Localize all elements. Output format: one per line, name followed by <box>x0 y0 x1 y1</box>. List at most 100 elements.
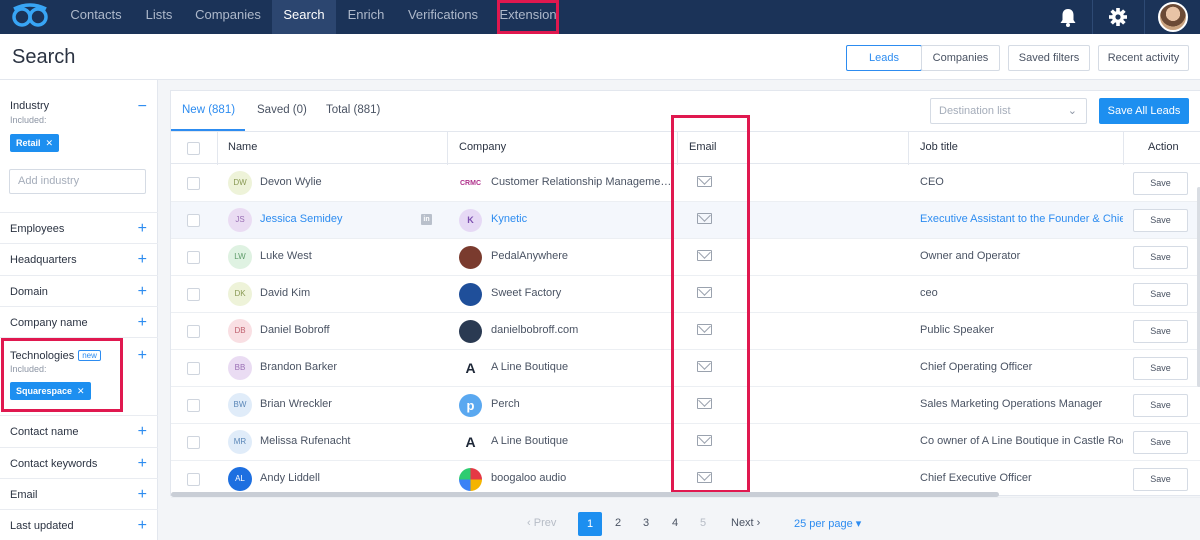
nav-verifications[interactable]: Verifications <box>400 0 486 34</box>
nav-search[interactable]: Search <box>272 0 336 34</box>
company-name[interactable]: danielbobroff.com <box>491 324 673 336</box>
filter-email[interactable]: Email + <box>0 479 158 510</box>
nav-companies[interactable]: Companies <box>188 0 268 34</box>
per-page-select[interactable]: 25 per page ▾ <box>794 517 861 530</box>
plus-icon[interactable]: + <box>138 252 147 268</box>
column-divider <box>447 132 448 165</box>
row-checkbox[interactable] <box>187 436 200 449</box>
company-name[interactable]: PedalAnywhere <box>491 250 673 262</box>
plus-icon[interactable]: + <box>138 424 147 440</box>
filter-headquarters[interactable]: Headquarters + <box>0 244 158 276</box>
filter-domain[interactable]: Domain + <box>0 276 158 307</box>
company-name[interactable]: A Line Boutique <box>491 435 673 447</box>
industry-input[interactable]: Add industry <box>9 169 146 194</box>
contact-name[interactable]: Jessica Semidey <box>260 213 343 225</box>
row-checkbox[interactable] <box>187 288 200 301</box>
filter-last-updated[interactable]: Last updated + <box>0 510 158 540</box>
filter-contact-name[interactable]: Contact name + <box>0 416 158 448</box>
page-4-button[interactable]: 4 <box>672 517 678 529</box>
save-all-leads-button[interactable]: Save All Leads <box>1099 98 1189 124</box>
company-name[interactable]: Kynetic <box>491 213 673 225</box>
destination-list-select[interactable]: Destination list ⌄ <box>930 98 1087 124</box>
toggle-leads[interactable]: Leads <box>846 45 922 71</box>
contact-avatar: BW <box>228 393 252 417</box>
nav-extension[interactable]: Extension <box>497 0 559 34</box>
user-avatar[interactable] <box>1158 2 1188 32</box>
recent-activity-button[interactable]: Recent activity <box>1098 45 1189 71</box>
plus-icon[interactable]: + <box>138 348 147 364</box>
company-name[interactable]: A Line Boutique <box>491 361 673 373</box>
horizontal-scrollbar[interactable] <box>171 492 999 497</box>
next-page-button[interactable]: Next › <box>731 517 760 529</box>
contact-name[interactable]: Brian Wreckler <box>260 398 332 410</box>
filter-company-name[interactable]: Company name + <box>0 307 158 338</box>
save-button[interactable]: Save <box>1133 431 1188 454</box>
saved-filters-button[interactable]: Saved filters <box>1008 45 1090 71</box>
gear-icon[interactable] <box>1106 0 1130 34</box>
close-icon[interactable]: ✕ <box>46 138 54 148</box>
contact-name[interactable]: Luke West <box>260 250 312 262</box>
contact-name[interactable]: Devon Wylie <box>260 176 322 188</box>
column-action: Action <box>1148 141 1179 153</box>
industry-chip[interactable]: Retail ✕ <box>10 134 60 152</box>
page-2-button[interactable]: 2 <box>615 517 621 529</box>
nav-contacts[interactable]: Contacts <box>61 0 131 34</box>
plus-icon[interactable]: + <box>138 221 147 237</box>
row-checkbox[interactable] <box>187 325 200 338</box>
save-button[interactable]: Save <box>1133 320 1188 343</box>
contact-avatar: AL <box>228 467 252 491</box>
company-logo: p <box>459 394 482 417</box>
top-navbar: Contacts Lists Companies Search Enrich V… <box>0 0 1200 34</box>
tab-total[interactable]: Total (881) <box>326 104 380 116</box>
filter-industry-label[interactable]: Industry <box>10 100 49 112</box>
save-button[interactable]: Save <box>1133 172 1188 195</box>
plus-icon[interactable]: + <box>138 284 147 300</box>
save-button[interactable]: Save <box>1133 246 1188 269</box>
company-name[interactable]: Perch <box>491 398 673 410</box>
company-name[interactable]: Sweet Factory <box>491 287 673 299</box>
page-5-button[interactable]: 5 <box>700 517 706 529</box>
page-3-button[interactable]: 3 <box>643 517 649 529</box>
toggle-companies[interactable]: Companies <box>921 45 1000 71</box>
plus-icon[interactable]: + <box>138 518 147 534</box>
tab-saved[interactable]: Saved (0) <box>257 104 307 116</box>
contact-name[interactable]: Melissa Rufenacht <box>260 435 351 447</box>
contact-name[interactable]: David Kim <box>260 287 310 299</box>
nav-enrich[interactable]: Enrich <box>340 0 392 34</box>
filter-employees[interactable]: Employees + <box>0 213 158 244</box>
page-1-button[interactable]: 1 <box>578 512 602 536</box>
column-name[interactable]: Name <box>228 141 257 153</box>
save-button[interactable]: Save <box>1133 468 1188 491</box>
collapse-icon[interactable]: − <box>138 99 147 115</box>
company-name[interactable]: Customer Relationship Management Consult… <box>491 176 673 188</box>
bell-icon[interactable] <box>1056 0 1080 34</box>
save-button[interactable]: Save <box>1133 394 1188 417</box>
row-checkbox[interactable] <box>187 214 200 227</box>
company-name[interactable]: boogaloo audio <box>491 472 673 484</box>
row-checkbox[interactable] <box>187 177 200 190</box>
contact-name[interactable]: Andy Liddell <box>260 472 320 484</box>
row-checkbox[interactable] <box>187 251 200 264</box>
save-button[interactable]: Save <box>1133 357 1188 380</box>
filter-label: Email <box>10 489 38 501</box>
contact-name[interactable]: Daniel Bobroff <box>260 324 330 336</box>
row-checkbox[interactable] <box>187 399 200 412</box>
app-logo-icon[interactable] <box>12 3 48 31</box>
linkedin-icon[interactable]: in <box>421 214 432 225</box>
contact-name[interactable]: Brandon Barker <box>260 361 337 373</box>
row-checkbox[interactable] <box>187 473 200 486</box>
save-button[interactable]: Save <box>1133 283 1188 306</box>
filter-contact-keywords[interactable]: Contact keywords + <box>0 448 158 479</box>
plus-icon[interactable]: + <box>138 315 147 331</box>
nav-lists[interactable]: Lists <box>136 0 182 34</box>
plus-icon[interactable]: + <box>138 487 147 503</box>
save-button[interactable]: Save <box>1133 209 1188 232</box>
plus-icon[interactable]: + <box>138 456 147 472</box>
select-all-checkbox[interactable] <box>187 142 200 155</box>
column-company[interactable]: Company <box>459 141 506 153</box>
column-job-title[interactable]: Job title <box>920 141 958 153</box>
prev-page-button[interactable]: ‹ Prev <box>527 517 556 529</box>
tab-new[interactable]: New (881) <box>182 104 235 116</box>
filter-label: Company name <box>10 317 88 329</box>
row-checkbox[interactable] <box>187 362 200 375</box>
